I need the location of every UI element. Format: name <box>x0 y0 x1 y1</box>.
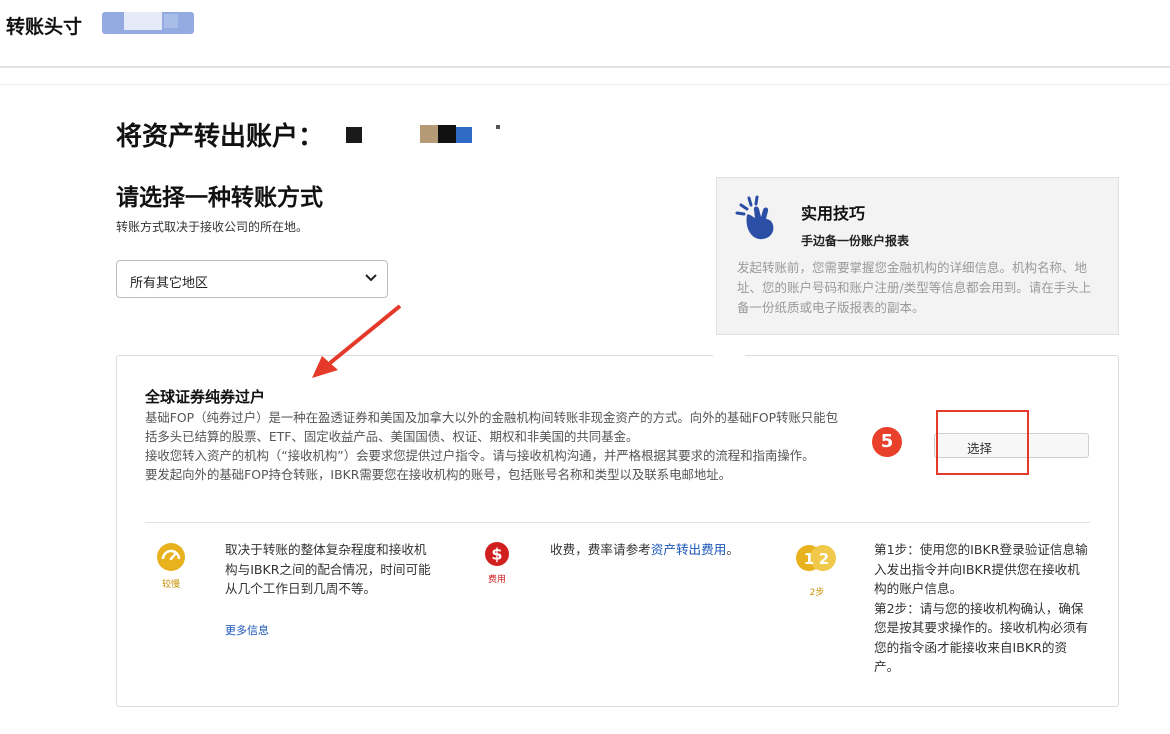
step-number-badge: 5 <box>872 427 902 457</box>
chevron-down-icon <box>365 274 377 282</box>
redacted-name <box>102 12 194 34</box>
transfer-option-description: 基础FOP（纯券过户）是一种在盈透证券和美国及加拿大以外的金融机构间转账非现金资… <box>145 408 847 484</box>
steps-caption: 2步 <box>809 588 825 598</box>
method-title: 请选择一种转账方式 <box>116 185 323 211</box>
steps-description: 第1步：使用您的IBKR登录验证信息输入发出指令并向IBKR提供您在接收机构的账… <box>874 542 1089 674</box>
description-paragraph: 接收您转入资产的机构（“接收机构”）会要求您提供过户指令。请与接收机构沟通，并严… <box>145 448 815 463</box>
redacted-account-id <box>346 125 516 145</box>
divider <box>0 84 1170 85</box>
fee-caption: 费用 <box>487 575 506 585</box>
svg-text:2: 2 <box>819 550 829 568</box>
top-header: 转账头寸 <box>0 0 1170 68</box>
svg-text:$: $ <box>491 545 502 564</box>
dollar-fee-icon: $ <box>485 542 509 566</box>
region-dropdown[interactable]: 所有其它地区 <box>116 260 388 298</box>
more-info-link[interactable]: 更多信息 <box>225 622 269 638</box>
card-divider <box>145 522 1090 523</box>
page-title: 将资产转出账户： <box>116 122 325 152</box>
speed-description: 取决于转账的整体复杂程度和接收机构与IBKR之间的配合情况，时间可能从几个工作日… <box>225 542 431 596</box>
header-title: 转账头寸 <box>6 16 83 38</box>
tip-panel: 实用技巧 手边备一份账户报表 发起转账前，您需要掌握您金融机构的详细信息。机构名… <box>716 177 1119 335</box>
tip-body: 发起转账前，您需要掌握您金融机构的详细信息。机构名称、地址、您的账户号码和账户注… <box>737 260 1092 315</box>
tip-subtitle: 手边备一份账户报表 <box>801 234 910 248</box>
region-dropdown-value: 所有其它地区 <box>130 276 209 291</box>
speedometer-icon <box>157 543 185 571</box>
description-paragraph: 基础FOP（纯券过户）是一种在盈透证券和美国及加拿大以外的金融机构间转账非现金资… <box>145 410 839 444</box>
fee-text: 收费，费率请参考 <box>550 542 651 557</box>
tip-title: 实用技巧 <box>801 204 866 223</box>
method-description: 转账方式取决于接收公司的所在地。 <box>116 220 309 234</box>
svg-text:1: 1 <box>804 550 814 568</box>
steps-icon: 1 2 <box>796 545 836 571</box>
highlight-box <box>936 410 1029 475</box>
transfer-fee-link[interactable]: 资产转出费用 <box>651 542 727 557</box>
transfer-option-title: 全球证券纯券过户 <box>145 388 266 406</box>
card-notch <box>713 349 745 361</box>
fee-description: 收费，费率请参考资产转出费用。 <box>550 540 752 560</box>
snap-fingers-icon <box>735 195 774 240</box>
description-paragraph: 要发起向外的基础FOP持仓转账，IBKR需要您在接收机构的账号，包括账号名称和类… <box>145 467 732 482</box>
fee-text-end: 。 <box>726 542 739 557</box>
speed-caption: 较慢 <box>161 580 180 590</box>
